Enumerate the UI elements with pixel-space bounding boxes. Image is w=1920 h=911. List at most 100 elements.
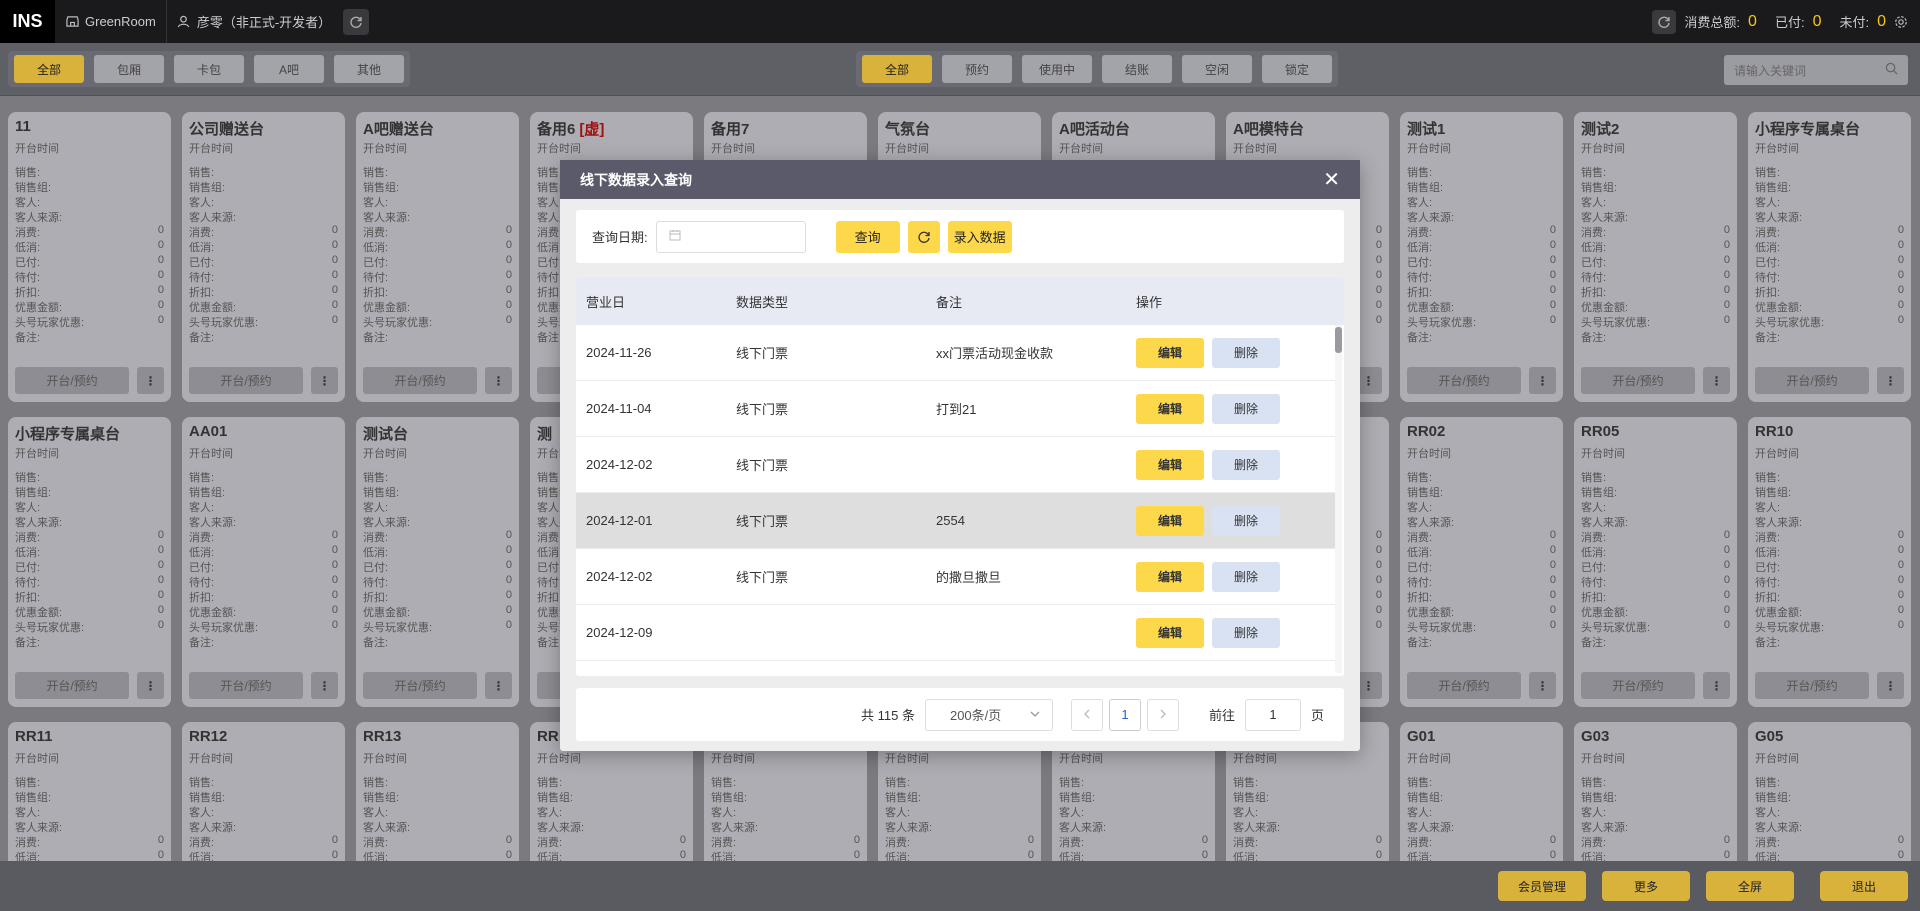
table-card[interactable]: 测试台 开台时间 销售: 销售组: 客人: 客人来源: 消费: 0 低消: 0 已付: 0 待付: 0 折扣… xyxy=(356,417,519,707)
table-card[interactable]: RR12 开台时间 销售: 销售组: 客人: 客人来源: 消费: 0 低消: 0 xyxy=(182,722,345,872)
table-card[interactable]: A吧赠送台 开台时间 销售: 销售组: 客人: 客人来源: 消费: 0 低消: 0 已付: 0 待付: 0… xyxy=(356,112,519,402)
status-filter-locked[interactable]: 锁定 xyxy=(1262,55,1332,83)
delete-button[interactable]: 删除 xyxy=(1212,561,1280,592)
scrollbar-thumb[interactable] xyxy=(1335,327,1342,353)
card-field-row: 客人: xyxy=(1755,499,1904,514)
table-card[interactable]: 11 开台时间 销售: 销售组: 客人: 客人来源: 消费: 0 低消: 0 已付: 0 待付: 0 折扣:… xyxy=(8,112,171,402)
card-field-label: 销售组: xyxy=(15,182,52,194)
more-options-icon[interactable]: ⋮ xyxy=(1529,672,1556,699)
open-reserve-button[interactable]: 开台/预约 xyxy=(1581,672,1695,699)
table-card[interactable]: RR11 开台时间 销售: 销售组: 客人: 客人来源: 消费: 0 低消: 0 xyxy=(8,722,171,872)
delete-button[interactable]: 删除 xyxy=(1212,393,1280,424)
open-reserve-button[interactable]: 开台/预约 xyxy=(1407,672,1521,699)
table-card[interactable]: G01 开台时间 销售: 销售组: 客人: 客人来源: 消费: 0 低消: 0 xyxy=(1400,722,1563,872)
area-filter-all[interactable]: 全部 xyxy=(14,55,84,83)
edit-button[interactable]: 编辑 xyxy=(1136,449,1204,480)
refresh-icon[interactable] xyxy=(343,8,370,35)
table-card[interactable]: RR02 开台时间 销售: 销售组: 客人: 客人来源: 消费: 0 低消: 0 已付: 0 待付: 0 折… xyxy=(1400,417,1563,707)
card-field-label: 折扣: xyxy=(363,592,389,604)
card-field-row: 销售组: xyxy=(1407,179,1556,194)
search-input[interactable]: 请输入关键词 xyxy=(1724,55,1908,85)
page-size-select[interactable]: 200条/页 xyxy=(924,698,1053,731)
more-options-icon[interactable]: ⋮ xyxy=(137,367,164,394)
table-card[interactable]: 小程序专属桌台 开台时间 销售: 销售组: 客人: 客人来源: 消费: 0 低消: 0 已付: 0 待付… xyxy=(1748,112,1911,402)
prev-page-button[interactable] xyxy=(1070,698,1103,731)
card-field-label: 客人: xyxy=(1407,197,1433,209)
close-icon[interactable]: ✕ xyxy=(1323,167,1340,192)
more-options-icon[interactable]: ⋮ xyxy=(1529,367,1556,394)
member-management-button[interactable]: 会员管理 xyxy=(1498,871,1586,901)
more-button[interactable]: 更多 xyxy=(1602,871,1690,901)
table-row[interactable]: 2024-12-01 线下门票 2554 编辑 删除 xyxy=(576,493,1335,549)
table-row[interactable]: 2024-12-02 线下门票 编辑 删除 xyxy=(576,437,1335,493)
more-options-icon[interactable]: ⋮ xyxy=(1877,672,1904,699)
store-selector[interactable]: GreenRoom xyxy=(55,0,167,43)
open-reserve-button[interactable]: 开台/预约 xyxy=(189,672,303,699)
open-reserve-button[interactable]: 开台/预约 xyxy=(15,672,129,699)
user-info[interactable]: 彦零（非正式-开发者） xyxy=(167,0,379,43)
more-options-icon[interactable]: ⋮ xyxy=(485,672,512,699)
more-options-icon[interactable]: ⋮ xyxy=(137,672,164,699)
card-field-value: 0 xyxy=(1375,284,1382,296)
table-card[interactable]: RR13 开台时间 销售: 销售组: 客人: 客人来源: 消费: 0 低消: 0 xyxy=(356,722,519,872)
settings-gear-icon[interactable] xyxy=(1894,15,1908,29)
edit-button[interactable]: 编辑 xyxy=(1136,561,1204,592)
fullscreen-button[interactable]: 全屏 xyxy=(1706,871,1794,901)
status-filter-reserved[interactable]: 预约 xyxy=(942,55,1012,83)
more-options-icon[interactable]: ⋮ xyxy=(311,672,338,699)
edit-button[interactable]: 编辑 xyxy=(1136,617,1204,648)
table-card[interactable]: G05 开台时间 销售: 销售组: 客人: 客人来源: 消费: 0 低消: 0 xyxy=(1748,722,1911,872)
area-filter-bar[interactable]: A吧 xyxy=(254,55,324,83)
enter-data-button[interactable]: 录入数据 xyxy=(947,220,1012,253)
open-reserve-button[interactable]: 开台/预约 xyxy=(363,367,477,394)
area-filter-booth[interactable]: 卡包 xyxy=(174,55,244,83)
next-page-button[interactable] xyxy=(1146,698,1179,731)
more-options-icon[interactable]: ⋮ xyxy=(485,367,512,394)
table-card[interactable]: RR10 开台时间 销售: 销售组: 客人: 客人来源: 消费: 0 低消: 0 已付: 0 待付: 0 折… xyxy=(1748,417,1911,707)
edit-button[interactable]: 编辑 xyxy=(1136,505,1204,536)
table-card[interactable]: AA01 开台时间 销售: 销售组: 客人: 客人来源: 消费: 0 低消: 0 已付: 0 待付: 0 折… xyxy=(182,417,345,707)
logout-button[interactable]: 退出 xyxy=(1820,871,1908,901)
open-reserve-button[interactable]: 开台/预约 xyxy=(363,672,477,699)
table-card[interactable]: 小程序专属桌台 开台时间 销售: 销售组: 客人: 客人来源: 消费: 0 低消: 0 已付: 0 待付… xyxy=(8,417,171,707)
open-reserve-button[interactable]: 开台/预约 xyxy=(1407,367,1521,394)
totals-refresh-icon[interactable] xyxy=(1652,9,1677,34)
table-row[interactable]: 2024-12-09 编辑 删除 xyxy=(576,605,1335,661)
status-filter-all[interactable]: 全部 xyxy=(862,55,932,83)
status-filter-checkout[interactable]: 结账 xyxy=(1102,55,1172,83)
query-date-input[interactable] xyxy=(655,220,806,253)
open-reserve-button[interactable]: 开台/预约 xyxy=(1581,367,1695,394)
area-filter-room[interactable]: 包厢 xyxy=(94,55,164,83)
table-card[interactable]: 测试1 开台时间 销售: 销售组: 客人: 客人来源: 消费: 0 低消: 0 已付: 0 待付: 0 折扣… xyxy=(1400,112,1563,402)
delete-button[interactable]: 删除 xyxy=(1212,505,1280,536)
edit-button[interactable]: 编辑 xyxy=(1136,337,1204,368)
goto-page-input[interactable]: 1 xyxy=(1244,698,1301,731)
table-row[interactable]: 2024-11-26 线下门票 xx门票活动现金收款 编辑 删除 xyxy=(576,325,1335,381)
delete-button[interactable]: 删除 xyxy=(1212,617,1280,648)
card-field-row: 客人: xyxy=(1407,194,1556,209)
delete-button[interactable]: 删除 xyxy=(1212,337,1280,368)
open-reserve-button[interactable]: 开台/预约 xyxy=(1755,367,1869,394)
table-card[interactable]: G03 开台时间 销售: 销售组: 客人: 客人来源: 消费: 0 低消: 0 xyxy=(1574,722,1737,872)
query-button[interactable]: 查询 xyxy=(835,220,900,253)
more-options-icon[interactable]: ⋮ xyxy=(1703,672,1730,699)
open-reserve-button[interactable]: 开台/预约 xyxy=(15,367,129,394)
status-filter-idle[interactable]: 空闲 xyxy=(1182,55,1252,83)
table-card[interactable]: 公司赠送台 开台时间 销售: 销售组: 客人: 客人来源: 消费: 0 低消: 0 已付: 0 待付: 0… xyxy=(182,112,345,402)
area-filter-other[interactable]: 其他 xyxy=(334,55,404,83)
edit-button[interactable]: 编辑 xyxy=(1136,393,1204,424)
status-filter-in-use[interactable]: 使用中 xyxy=(1022,55,1092,83)
open-reserve-button[interactable]: 开台/预约 xyxy=(189,367,303,394)
table-row[interactable]: 2024-11-04 线下门票 打到21 编辑 删除 xyxy=(576,381,1335,437)
table-scrollbar[interactable] xyxy=(1335,325,1342,673)
table-card[interactable]: RR05 开台时间 销售: 销售组: 客人: 客人来源: 消费: 0 低消: 0 已付: 0 待付: 0 折… xyxy=(1574,417,1737,707)
more-options-icon[interactable]: ⋮ xyxy=(1877,367,1904,394)
page-number-current[interactable]: 1 xyxy=(1108,698,1141,731)
open-reserve-button[interactable]: 开台/预约 xyxy=(1755,672,1869,699)
delete-button[interactable]: 删除 xyxy=(1212,449,1280,480)
more-options-icon[interactable]: ⋮ xyxy=(311,367,338,394)
more-options-icon[interactable]: ⋮ xyxy=(1703,367,1730,394)
reset-refresh-icon[interactable] xyxy=(907,220,940,253)
table-card[interactable]: 测试2 开台时间 销售: 销售组: 客人: 客人来源: 消费: 0 低消: 0 已付: 0 待付: 0 折扣… xyxy=(1574,112,1737,402)
table-row[interactable]: 2024-12-02 线下门票 的撒旦撒旦 编辑 删除 xyxy=(576,549,1335,605)
